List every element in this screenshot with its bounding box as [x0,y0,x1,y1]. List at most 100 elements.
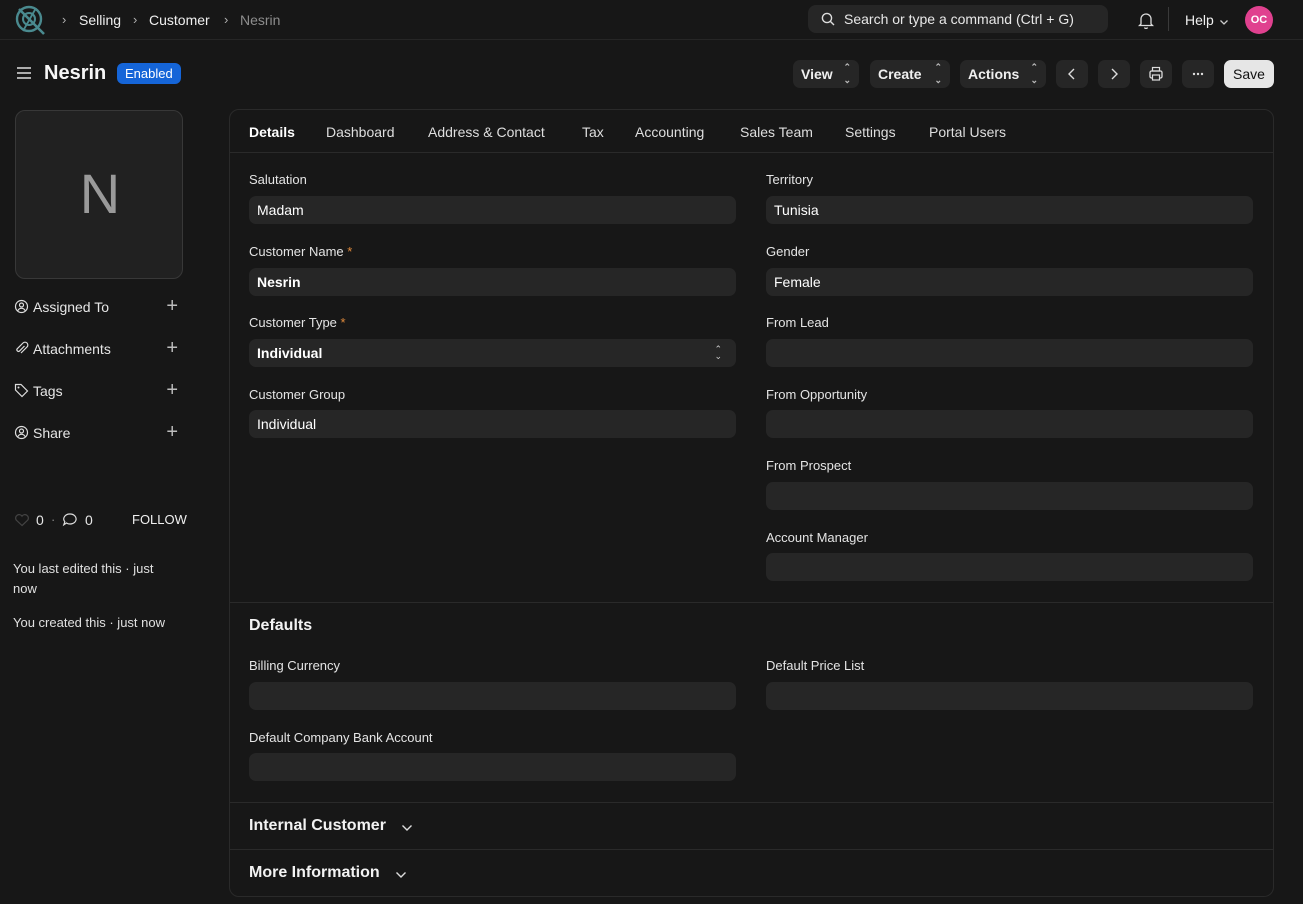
sidebar-item-tags[interactable]: Tags + [14,380,184,402]
from-prospect-label: From Prospect [766,458,852,473]
internal-customer-title: Internal Customer [249,817,386,834]
actions-menu-button[interactable]: Actions ⌃ ⌄ [960,60,1046,88]
customer-name-label: Customer Name * [249,244,352,259]
save-button[interactable]: Save [1224,60,1274,88]
plus-icon[interactable]: + [166,422,178,442]
salutation-field[interactable]: Madam [249,196,736,224]
tab-accounting[interactable]: Accounting [635,124,704,140]
customer-type-value: Individual [257,345,323,361]
from-opportunity-label: From Opportunity [766,387,868,402]
breadcrumb-selling[interactable]: Selling [79,12,121,28]
section-divider [230,802,1273,803]
default-bank-account-field[interactable] [249,753,736,781]
tabs-divider [230,152,1273,153]
salutation-value: Madam [257,202,304,218]
sidebar-item-share[interactable]: Share + [14,422,184,444]
breadcrumb-current: Nesrin [240,12,281,28]
chevron-right-icon: › [133,12,138,27]
notification-bell-icon[interactable] [1137,11,1155,32]
sidebar-item-label: Attachments [33,341,111,357]
from-lead-label: From Lead [766,315,829,330]
territory-label: Territory [766,172,813,187]
plus-icon[interactable]: + [166,380,178,400]
sidebar-item-assigned-to[interactable]: Assigned To + [14,296,184,318]
customer-name-value: Nesrin [257,274,301,290]
customer-image-placeholder[interactable]: N [15,110,183,279]
gender-label: Gender [766,244,810,259]
plus-icon[interactable]: + [166,338,178,358]
dot-separator: · [51,512,56,527]
image-initial: N [79,162,121,225]
territory-field[interactable]: Tunisia [766,196,1253,224]
billing-currency-field[interactable] [249,682,736,710]
tab-dashboard[interactable]: Dashboard [326,124,395,140]
sidebar-item-attachments[interactable]: Attachments + [14,338,184,360]
account-manager-label: Account Manager [766,530,868,545]
tab-sales-team[interactable]: Sales Team [740,124,813,140]
chevron-down-icon [394,868,408,885]
tab-portal-users[interactable]: Portal Users [929,124,1006,140]
tab-settings[interactable]: Settings [845,124,896,140]
account-manager-field[interactable] [766,553,1253,581]
next-record-button[interactable] [1098,60,1130,88]
sidebar-toggle-icon[interactable] [16,66,32,83]
help-menu[interactable]: Help [1185,12,1214,28]
sidebar-item-label: Tags [33,383,63,399]
defaults-section-title: Defaults [249,617,313,634]
chevron-right-icon: › [224,12,229,27]
tab-address-contact[interactable]: Address & Contact [428,124,545,140]
ellipsis-icon [1192,72,1204,76]
sort-caret-icon: ⌃ ⌄ [1030,62,1038,85]
search-bar[interactable]: Search or type a command (Ctrl + G) [808,5,1108,33]
breadcrumb-customer[interactable]: Customer [149,12,210,28]
follow-button[interactable]: FOLLOW [132,512,187,527]
create-label: Create [878,66,922,82]
section-divider [230,849,1273,850]
divider [1168,7,1169,31]
customer-type-select[interactable]: Individual ⌃ ⌄ [249,339,736,367]
territory-value: Tunisia [774,202,819,218]
default-bank-account-label: Default Company Bank Account [249,730,433,745]
actions-label: Actions [968,66,1020,82]
print-button[interactable] [1140,60,1172,88]
view-label: View [801,66,833,82]
internal-customer-section-toggle[interactable]: Internal Customer [249,816,449,840]
tag-icon [14,383,29,401]
tab-details[interactable]: Details [249,124,295,140]
from-opportunity-field[interactable] [766,410,1253,438]
app-logo[interactable] [14,4,48,36]
comment-icon[interactable] [62,512,78,530]
plus-icon[interactable]: + [166,296,178,316]
more-information-title: More Information [249,864,380,881]
from-lead-field[interactable] [766,339,1253,367]
salutation-label: Salutation [249,172,307,187]
heart-icon[interactable] [14,513,30,530]
section-divider [230,602,1273,603]
assign-icon [14,299,29,317]
tab-tax[interactable]: Tax [582,124,604,140]
more-options-button[interactable] [1182,60,1214,88]
create-menu-button[interactable]: Create ⌃ ⌄ [870,60,950,88]
billing-currency-label: Billing Currency [249,658,341,673]
more-information-section-toggle[interactable]: More Information [249,863,449,887]
required-asterisk: * [347,244,353,259]
sort-caret-icon: ⌃ ⌄ [843,62,851,85]
customer-group-label: Customer Group [249,387,346,402]
search-placeholder: Search or type a command (Ctrl + G) [844,11,1074,27]
status-badge: Enabled [117,63,181,84]
customer-name-field[interactable]: Nesrin [249,268,736,296]
from-prospect-field[interactable] [766,482,1253,510]
view-menu-button[interactable]: View ⌃ ⌄ [793,60,859,88]
customer-type-label-text: Customer Type [249,315,337,330]
sidebar-item-label: Share [33,425,71,441]
default-price-list-field[interactable] [766,682,1253,710]
previous-record-button[interactable] [1056,60,1088,88]
gender-field[interactable]: Female [766,268,1253,296]
last-edited-text: You last edited this · just [13,561,154,576]
customer-group-field[interactable]: Individual [249,410,736,438]
default-price-list-label: Default Price List [766,658,865,673]
gender-value: Female [774,274,821,290]
avatar[interactable]: OC [1245,6,1273,34]
chevron-down-icon [1219,14,1229,30]
chevron-right-icon [1111,68,1118,80]
